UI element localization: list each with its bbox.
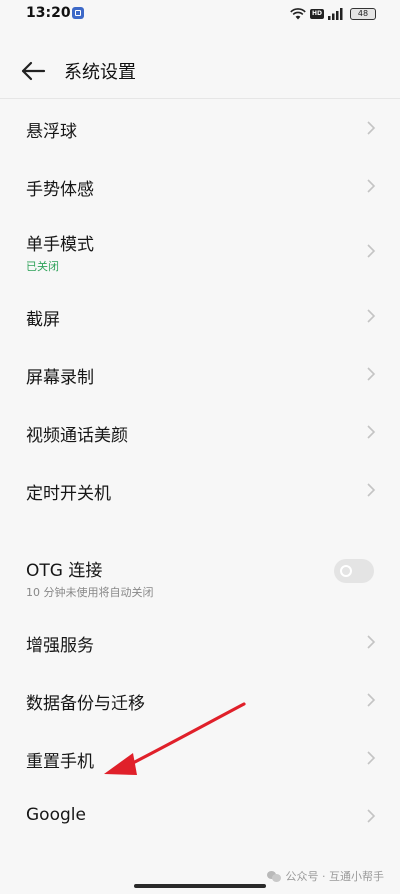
chevron-right-icon (366, 425, 376, 439)
setting-label: 截屏 (26, 310, 60, 330)
battery-indicator: 48 (350, 8, 376, 20)
setting-description: 10 分钟未使用将自动关闭 (26, 586, 154, 599)
setting-label: 手势体感 (26, 180, 94, 200)
setting-label: 重置手机 (26, 752, 94, 772)
setting-label: 悬浮球 (26, 122, 77, 142)
signal-icon (328, 8, 344, 20)
setting-label: 数据备份与迁移 (26, 694, 145, 714)
chevron-right-icon (366, 693, 376, 707)
chevron-right-icon (366, 244, 376, 258)
setting-screen-recording[interactable]: 屏幕录制 (0, 345, 400, 403)
chevron-right-icon (366, 309, 376, 323)
back-arrow-icon[interactable] (20, 60, 46, 82)
page-title: 系统设置 (64, 62, 136, 83)
setting-label: 视频通话美颜 (26, 426, 128, 446)
group-separator (0, 519, 400, 541)
setting-status: 已关闭 (26, 260, 59, 273)
chevron-right-icon (366, 483, 376, 497)
setting-enhanced-services[interactable]: 增强服务 (0, 613, 400, 671)
header: 系统设置 (0, 48, 400, 94)
setting-reset-phone[interactable]: 重置手机 (0, 729, 400, 787)
status-icons: HD 48 (290, 6, 376, 22)
setting-label: 屏幕录制 (26, 368, 94, 388)
chevron-right-icon (366, 809, 376, 823)
chevron-right-icon (366, 179, 376, 193)
hd-badge: HD (310, 9, 324, 19)
chevron-right-icon (366, 121, 376, 135)
setting-gestures[interactable]: 手势体感 (0, 157, 400, 215)
home-indicator[interactable] (134, 884, 266, 888)
wifi-icon (290, 8, 306, 20)
setting-floating-ball[interactable]: 悬浮球 (0, 99, 400, 157)
watermark-text: 公众号 · 互通小帮手 (285, 870, 385, 883)
setting-otg: OTG 连接 10 分钟未使用将自动关闭 (0, 541, 400, 613)
setting-scheduled-power[interactable]: 定时开关机 (0, 461, 400, 519)
setting-video-call-beauty[interactable]: 视频通话美颜 (0, 403, 400, 461)
setting-label: 定时开关机 (26, 484, 111, 504)
setting-google[interactable]: Google (0, 787, 400, 845)
chevron-right-icon (366, 635, 376, 649)
watermark: 公众号 · 互通小帮手 (266, 868, 385, 884)
setting-label: Google (26, 805, 86, 825)
notification-app-icon (72, 7, 84, 19)
status-time: 13:20 (26, 5, 71, 21)
setting-backup-migration[interactable]: 数据备份与迁移 (0, 671, 400, 729)
setting-screenshot[interactable]: 截屏 (0, 287, 400, 345)
chevron-right-icon (366, 367, 376, 381)
toggle-knob (340, 565, 352, 577)
setting-label: 增强服务 (26, 636, 94, 656)
wechat-logo-icon (266, 870, 281, 882)
otg-toggle[interactable] (334, 559, 374, 583)
setting-label: OTG 连接 (26, 561, 103, 581)
setting-label: 单手模式 (26, 235, 94, 255)
status-bar: 13:20 HD 48 (0, 0, 400, 28)
chevron-right-icon (366, 751, 376, 765)
settings-list: 悬浮球 手势体感 单手模式 已关闭 截屏 屏幕录制 视频通话美颜 定时开关机 O… (0, 99, 400, 845)
setting-one-hand-mode[interactable]: 单手模式 已关闭 (0, 215, 400, 287)
